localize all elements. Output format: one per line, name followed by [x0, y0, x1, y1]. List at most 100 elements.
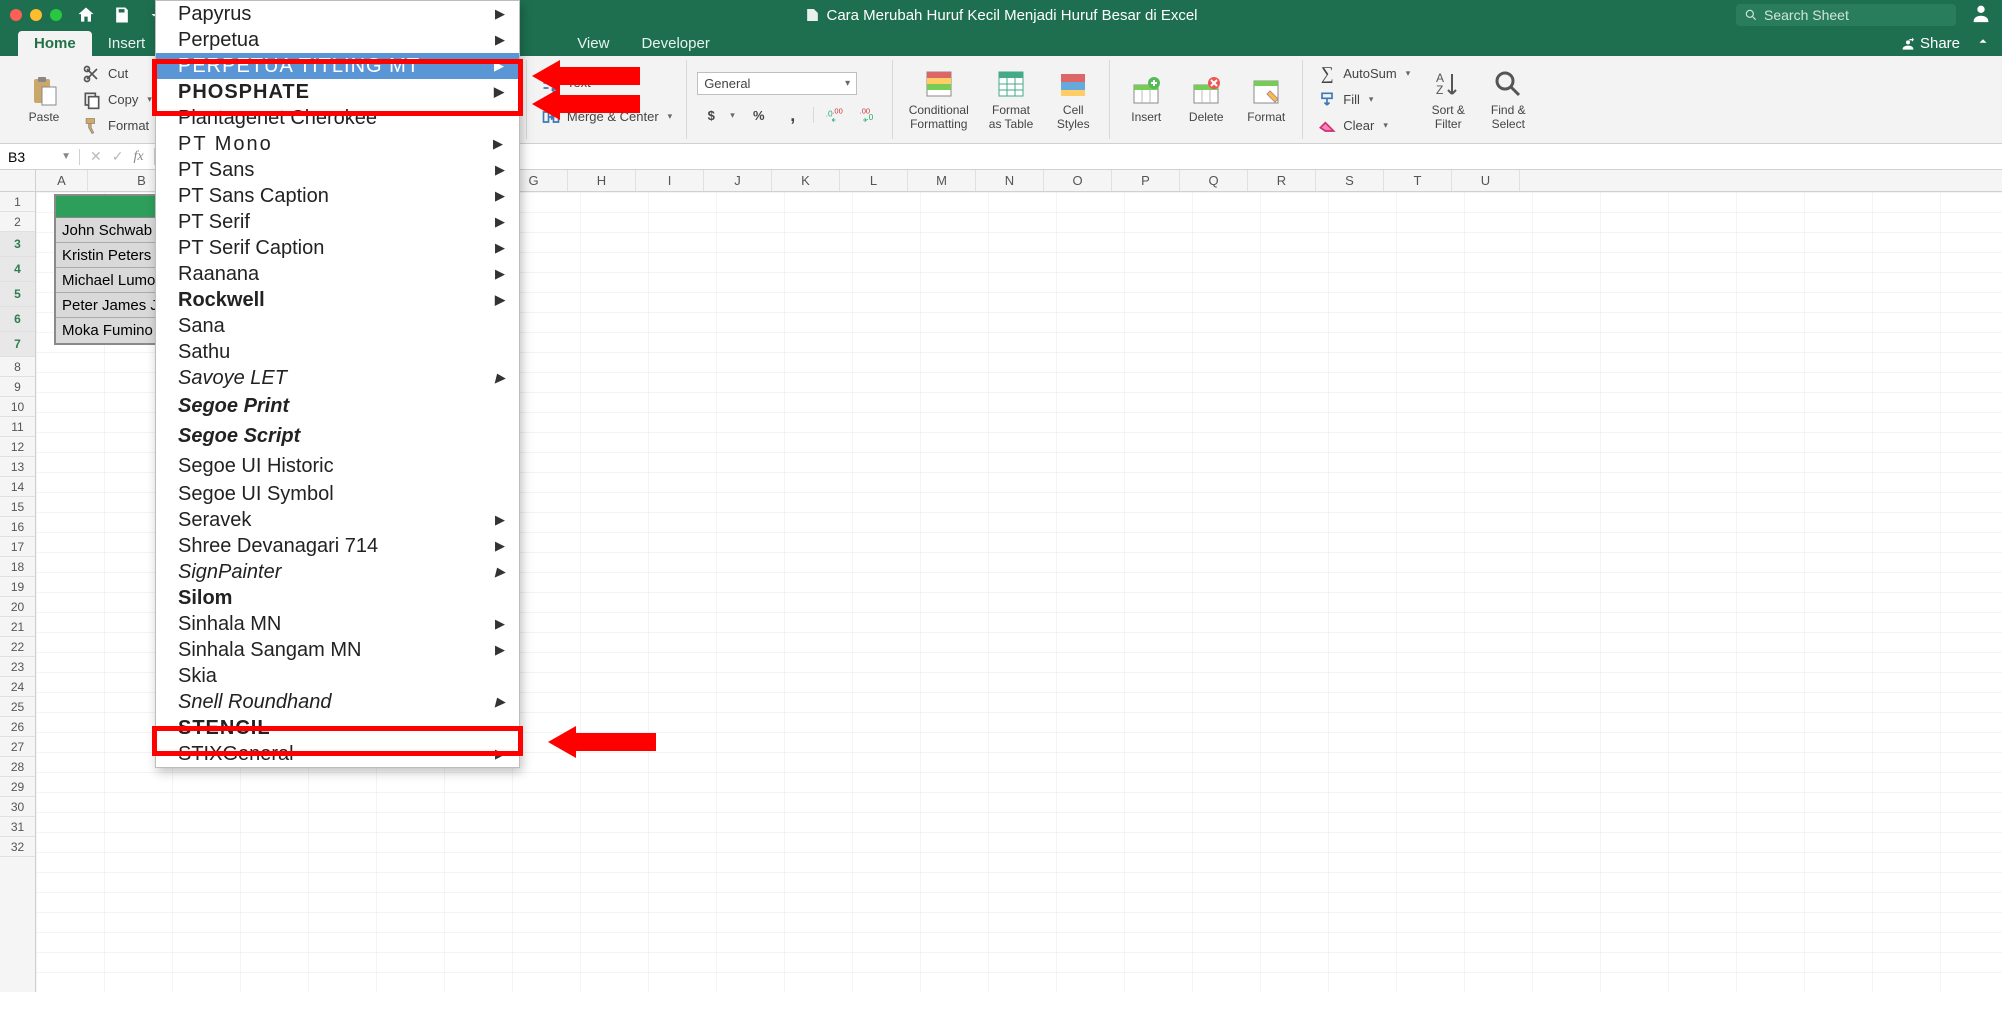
increase-decimal-button[interactable]: .0.00	[820, 103, 848, 127]
row-header[interactable]: 19	[0, 577, 35, 597]
font-option[interactable]: Savoye LET▶	[156, 365, 519, 391]
font-option[interactable]: STIXGeneral▶	[156, 741, 519, 767]
row-header[interactable]: 9	[0, 377, 35, 397]
row-header[interactable]: 12	[0, 437, 35, 457]
font-option[interactable]: PT Mono▶	[156, 131, 519, 157]
row-header[interactable]: 24	[0, 677, 35, 697]
font-dropdown[interactable]: Papyrus▶Perpetua▶PERPETUA TITLING MT▶PHO…	[155, 0, 520, 768]
font-option[interactable]: PT Serif Caption▶	[156, 235, 519, 261]
sort-filter-button[interactable]: AZ Sort & Filter	[1422, 64, 1474, 134]
font-option[interactable]: Plantagenet Cherokee▶	[156, 105, 519, 131]
currency-button[interactable]: $	[697, 103, 739, 127]
row-header[interactable]: 17	[0, 537, 35, 557]
select-all-corner[interactable]	[0, 170, 36, 191]
column-header[interactable]: K	[772, 170, 840, 191]
row-header[interactable]: 27	[0, 737, 35, 757]
font-option[interactable]: Segoe UI Symbol▶	[156, 481, 519, 507]
row-header[interactable]: 15	[0, 497, 35, 517]
table-row[interactable]: John Schwab	[56, 218, 157, 243]
fill-button[interactable]: Fill	[1313, 88, 1414, 112]
row-header[interactable]: 26	[0, 717, 35, 737]
tab-home[interactable]: Home	[18, 31, 92, 56]
accept-formula-icon[interactable]: ✓	[112, 148, 124, 165]
cell-styles-button[interactable]: Cell Styles	[1047, 64, 1099, 134]
font-option[interactable]: Skia▶	[156, 663, 519, 689]
format-cells-button[interactable]: Format	[1240, 71, 1292, 128]
share-button[interactable]: Share	[1900, 35, 1960, 52]
row-header[interactable]: 23	[0, 657, 35, 677]
column-header[interactable]: J	[704, 170, 772, 191]
close-window-icon[interactable]	[10, 9, 22, 21]
fx-icon[interactable]: fx	[133, 149, 143, 165]
font-option[interactable]: Sinhala MN▶	[156, 611, 519, 637]
font-option[interactable]: Segoe Print▶	[156, 391, 519, 421]
table-row[interactable]: Moka Fumino	[56, 318, 157, 343]
cancel-formula-icon[interactable]: ✕	[90, 148, 102, 165]
row-header[interactable]: 10	[0, 397, 35, 417]
delete-cells-button[interactable]: Delete	[1180, 71, 1232, 128]
table-row[interactable]: Kristin Peters	[56, 243, 157, 268]
row-header[interactable]: 3	[0, 232, 35, 257]
tab-developer[interactable]: Developer	[625, 31, 725, 56]
font-option[interactable]: STENCIL▶	[156, 715, 519, 741]
font-option[interactable]: PT Serif▶	[156, 209, 519, 235]
row-header[interactable]: 31	[0, 817, 35, 837]
row-header[interactable]: 25	[0, 697, 35, 717]
number-format-select[interactable]: General ▾	[697, 72, 857, 95]
column-header[interactable]: R	[1248, 170, 1316, 191]
autosum-button[interactable]: ∑ AutoSum	[1313, 62, 1414, 86]
row-header[interactable]: 4	[0, 257, 35, 282]
save-icon[interactable]	[112, 5, 132, 25]
search-sheet-input[interactable]: Search Sheet	[1736, 4, 1956, 26]
tab-insert[interactable]: Insert	[92, 31, 162, 56]
column-header[interactable]: P	[1112, 170, 1180, 191]
font-option[interactable]: PERPETUA TITLING MT▶	[156, 53, 519, 79]
font-option[interactable]: Segoe UI Historic▶	[156, 451, 519, 481]
conditional-formatting-button[interactable]: Conditional Formatting	[903, 64, 975, 134]
table-row[interactable]: Michael Lumo	[56, 268, 157, 293]
column-header[interactable]: U	[1452, 170, 1520, 191]
column-header[interactable]: O	[1044, 170, 1112, 191]
row-header[interactable]: 30	[0, 797, 35, 817]
name-box-dropdown-icon[interactable]: ▼	[61, 151, 71, 162]
font-option[interactable]: SignPainter▶	[156, 559, 519, 585]
row-header[interactable]: 2	[0, 212, 35, 232]
column-header[interactable]: Q	[1180, 170, 1248, 191]
row-header[interactable]: 13	[0, 457, 35, 477]
font-option[interactable]: Sathu▶	[156, 339, 519, 365]
font-option[interactable]: Shree Devanagari 714▶	[156, 533, 519, 559]
row-header[interactable]: 32	[0, 837, 35, 857]
paste-button[interactable]: Paste	[18, 71, 70, 128]
name-box[interactable]: B3 ▼	[0, 149, 80, 165]
column-header[interactable]: M	[908, 170, 976, 191]
font-option[interactable]: Sana▶	[156, 313, 519, 339]
percent-button[interactable]: %	[745, 103, 773, 127]
row-header[interactable]: 7	[0, 332, 35, 357]
row-header[interactable]: 29	[0, 777, 35, 797]
font-option[interactable]: Snell Roundhand▶	[156, 689, 519, 715]
home-icon[interactable]	[76, 5, 96, 25]
font-option[interactable]: Sinhala Sangam MN▶	[156, 637, 519, 663]
insert-cells-button[interactable]: Insert	[1120, 71, 1172, 128]
column-header[interactable]: S	[1316, 170, 1384, 191]
font-option[interactable]: Silom▶	[156, 585, 519, 611]
font-option[interactable]: Rockwell▶	[156, 287, 519, 313]
column-header[interactable]: N	[976, 170, 1044, 191]
column-header[interactable]: L	[840, 170, 908, 191]
row-header[interactable]: 1	[0, 192, 35, 212]
column-header[interactable]: T	[1384, 170, 1452, 191]
row-header[interactable]: 11	[0, 417, 35, 437]
account-icon[interactable]	[1970, 2, 1992, 29]
font-option[interactable]: Seravek▶	[156, 507, 519, 533]
row-header[interactable]: 16	[0, 517, 35, 537]
column-header[interactable]: I	[636, 170, 704, 191]
font-option[interactable]: Perpetua▶	[156, 27, 519, 53]
zoom-window-icon[interactable]	[50, 9, 62, 21]
cut-button[interactable]: Cut	[78, 62, 156, 86]
column-header[interactable]: A	[36, 170, 88, 191]
font-option[interactable]: PT Sans Caption▶	[156, 183, 519, 209]
row-header[interactable]: 8	[0, 357, 35, 377]
comma-button[interactable]: ,	[779, 103, 807, 127]
format-painter-button[interactable]: Format	[78, 114, 156, 138]
tab-view[interactable]: View	[561, 31, 625, 56]
